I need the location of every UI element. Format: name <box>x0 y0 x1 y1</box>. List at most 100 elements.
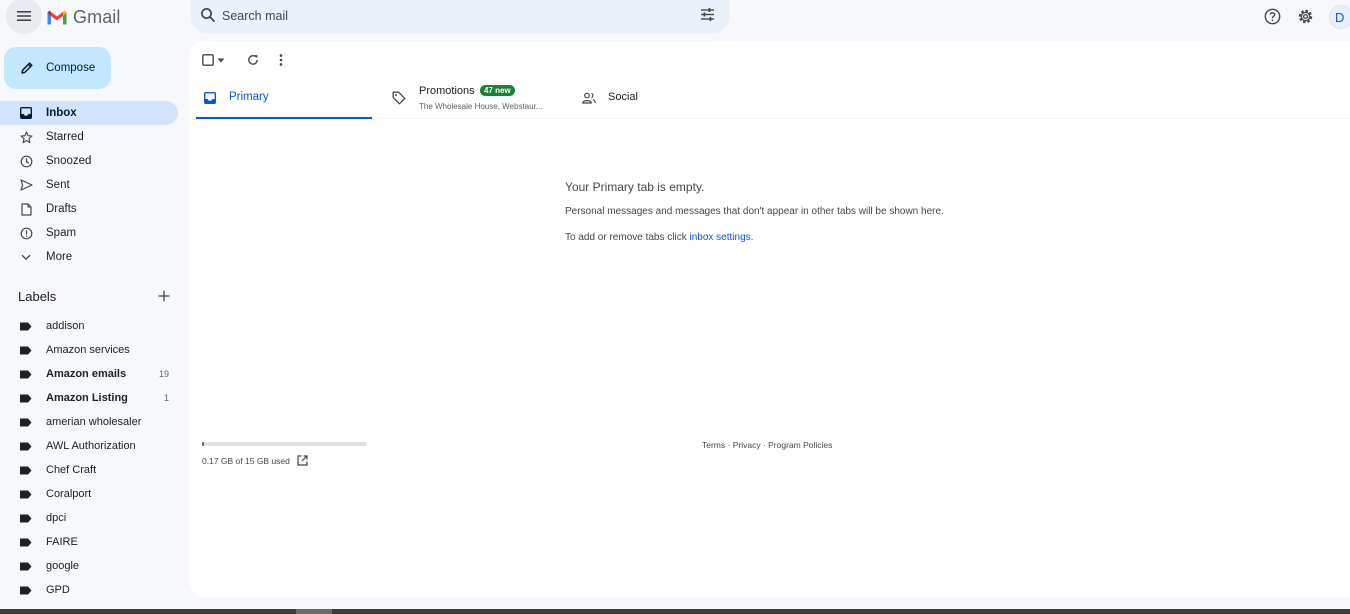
label-name: google <box>46 560 80 572</box>
category-tabs: Primary Promotions 47 new The Wholesale … <box>196 78 1350 119</box>
label-item[interactable]: amerian wholesaler <box>0 410 182 434</box>
label-name: amerian wholesaler <box>46 416 142 428</box>
open-in-new-icon[interactable] <box>297 455 308 466</box>
message-list-panel: Primary Promotions 47 new The Wholesale … <box>190 41 1350 597</box>
storage-bar-fill <box>202 442 204 446</box>
label-item[interactable]: Amazon Listing 1 <box>0 386 182 410</box>
help-icon[interactable] <box>1264 8 1281 25</box>
empty-state: Your Primary tab is empty. Personal mess… <box>565 180 944 243</box>
label-tag-icon <box>20 394 32 402</box>
footer-links: Terms · Privacy · Program Policies <box>702 440 832 450</box>
compose-button[interactable]: Compose <box>4 47 111 89</box>
tab-promotions-snippet: The Wholesale House, Webstaur... <box>419 102 543 111</box>
labels-list: addison Amazon services Amazon emails 19 Ama… <box>0 314 182 602</box>
inbox-settings-link[interactable]: inbox settings <box>690 232 751 243</box>
nav-item-starred[interactable]: Starred <box>0 125 178 149</box>
tab-social-label: Social <box>608 91 638 103</box>
label-item[interactable]: Amazon emails 19 <box>0 362 182 386</box>
gmail-logo[interactable]: Gmail <box>46 7 121 28</box>
new-count-badge: 47 new <box>480 85 515 96</box>
compose-label: Compose <box>46 62 96 74</box>
refresh-icon[interactable] <box>247 54 259 66</box>
inbox-icon <box>20 107 32 119</box>
tab-promotions-label: Promotions <box>419 85 475 97</box>
privacy-link[interactable]: Privacy <box>733 440 761 450</box>
tab-promotions[interactable]: Promotions 47 new The Wholesale House, W… <box>386 78 566 119</box>
label-tag-icon <box>20 466 32 474</box>
search-input[interactable] <box>222 5 682 27</box>
label-tag-icon <box>20 322 32 330</box>
send-icon <box>19 179 33 191</box>
label-item[interactable]: AWL Authorization <box>0 434 182 458</box>
program-policies-link[interactable]: Program Policies <box>768 440 832 450</box>
nav-item-drafts[interactable]: Drafts <box>0 197 178 221</box>
label-tag-icon <box>20 418 32 426</box>
label-item[interactable]: dpci <box>0 506 182 530</box>
tab-primary-label: Primary <box>229 91 269 103</box>
empty-state-description: Personal messages and messages that don'… <box>565 206 944 217</box>
label-name: Amazon Listing <box>46 392 128 404</box>
storage-bar <box>202 442 367 446</box>
hint-prefix: To add or remove tabs click <box>565 232 690 243</box>
account-avatar[interactable]: D <box>1329 5 1350 29</box>
label-unread-count: 19 <box>158 369 169 379</box>
label-tag-icon <box>20 442 32 450</box>
label-name: FAIRE <box>46 536 78 548</box>
hamburger-icon <box>17 11 31 21</box>
draft-icon <box>20 202 32 216</box>
nav-item-inbox[interactable]: Inbox <box>0 101 178 125</box>
terms-link[interactable]: Terms <box>702 440 725 450</box>
more-options-kebab-icon[interactable] <box>279 54 283 66</box>
add-label-plus-icon[interactable] <box>158 290 170 302</box>
tab-social[interactable]: Social <box>582 78 702 119</box>
nav-item-sent[interactable]: Sent <box>0 173 178 197</box>
main-menu-button[interactable] <box>6 0 42 34</box>
nav-item-more[interactable]: More <box>0 245 178 269</box>
label-tag-icon <box>20 586 32 594</box>
gmail-m-icon <box>47 10 67 25</box>
label-name: dpci <box>46 512 67 524</box>
taskbar-strip <box>0 609 1350 614</box>
select-dropdown-caret-icon[interactable] <box>217 58 225 63</box>
tag-icon <box>392 91 406 105</box>
label-item[interactable]: addison <box>0 314 182 338</box>
label-name: addison <box>46 320 85 332</box>
label-tag-icon <box>20 346 32 354</box>
label-item[interactable]: Chef Craft <box>0 458 182 482</box>
label-item[interactable]: GPD <box>0 578 182 602</box>
label-tag-icon <box>20 538 32 546</box>
top-bar: Gmail D <box>0 0 1350 34</box>
label-tag-icon <box>20 490 32 498</box>
label-name: Amazon services <box>46 344 130 356</box>
mail-folders-nav: Inbox Starred Snoozed Sent Drafts Spam M… <box>0 101 182 269</box>
search-icon[interactable] <box>200 7 216 23</box>
label-item[interactable]: google <box>0 554 182 578</box>
star-icon <box>19 130 33 143</box>
storage-usage: 0.17 GB of 15 GB used <box>202 442 367 466</box>
label-item[interactable]: Coralport <box>0 482 182 506</box>
list-toolbar <box>202 52 283 68</box>
settings-gear-icon[interactable] <box>1297 8 1314 25</box>
app-name: Gmail <box>73 7 121 27</box>
label-name: Coralport <box>46 488 92 500</box>
search-options-icon[interactable] <box>700 7 715 22</box>
empty-state-title: Your Primary tab is empty. <box>565 180 705 194</box>
tab-primary[interactable]: Primary <box>196 78 372 119</box>
search-bar <box>190 0 730 34</box>
nav-item-snoozed[interactable]: Snoozed <box>0 149 178 173</box>
label-item[interactable]: FAIRE <box>0 530 182 554</box>
chevron-down-icon <box>21 254 31 260</box>
label-name: AWL Authorization <box>46 440 136 452</box>
label-tag-icon <box>20 514 32 522</box>
clock-icon <box>20 155 32 167</box>
hint-suffix: . <box>750 232 754 243</box>
nav-item-spam[interactable]: Spam <box>0 221 178 245</box>
label-name: Amazon emails <box>46 368 127 380</box>
label-unread-count: 1 <box>163 393 169 403</box>
label-tag-icon <box>20 562 32 570</box>
empty-state-hint: To add or remove tabs click inbox settin… <box>565 232 944 243</box>
select-all-checkbox-icon[interactable] <box>202 54 214 66</box>
label-item[interactable]: Amazon services <box>0 338 182 362</box>
spam-icon <box>20 227 32 239</box>
labels-heading: Labels <box>18 289 57 304</box>
